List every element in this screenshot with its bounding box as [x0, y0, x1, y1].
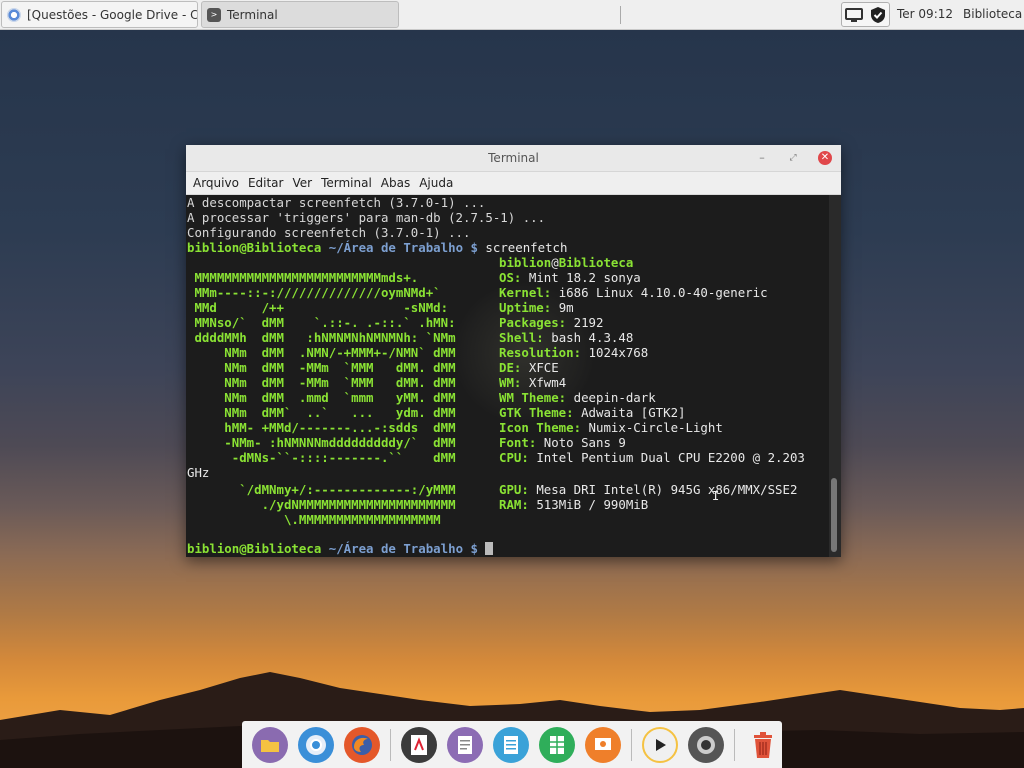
menu-bar: Arquivo Editar Ver Terminal Abas Ajuda — [186, 172, 841, 195]
info-de: DE: XFCE — [499, 360, 559, 375]
ascii-art-line: MMm----::-://////////////oymNMd+` — [187, 285, 471, 300]
prompt-path: ~/Área de Trabalho $ — [328, 541, 478, 556]
minimize-button[interactable]: – — [755, 151, 769, 165]
menu-ajuda[interactable]: Ajuda — [419, 176, 453, 190]
taskbar-item-terminal[interactable]: > Terminal — [201, 1, 399, 28]
presentation-icon[interactable] — [585, 726, 621, 763]
prompt-line: biblion@Biblioteca ~/Área de Trabalho $ … — [187, 240, 567, 255]
menu-ver[interactable]: Ver — [292, 176, 312, 190]
ascii-art-line: NMm dMM` ..` ... ydm. dMM — [187, 405, 471, 420]
shield-icon[interactable] — [870, 6, 886, 24]
info-os: OS: Mint 18.2 sonya — [499, 270, 641, 285]
output-line: Configurando screenfetch (3.7.0-1) ... — [187, 225, 471, 240]
info-cpu-wrap: GHz — [187, 465, 210, 480]
trash-icon[interactable] — [745, 727, 781, 763]
media-player-icon[interactable] — [642, 726, 678, 763]
info-wm-theme: WM Theme: deepin-dark — [499, 390, 656, 405]
sysinfo-header: biblion@Biblioteca — [499, 255, 634, 270]
close-button[interactable]: ✕ — [818, 151, 832, 165]
output-line: A processar 'triggers' para man-db (2.7.… — [187, 210, 546, 225]
spreadsheet-icon[interactable] — [539, 726, 575, 763]
info-gtk-theme: GTK Theme: Adwaita [GTK2] — [499, 405, 686, 420]
prompt-user: biblion@Biblioteca — [187, 541, 322, 556]
menu-arquivo[interactable]: Arquivo — [193, 176, 239, 190]
ascii-art-line: MMNso/` dMM `.::-. .-::.` .hMN: — [187, 315, 471, 330]
window-titlebar[interactable]: Terminal – ⤢ ✕ — [186, 145, 841, 172]
info-wm: WM: Xfwm4 — [499, 375, 567, 390]
mouse-ibeam-icon: I — [712, 489, 720, 503]
panel-separator — [620, 6, 621, 24]
files-icon[interactable] — [252, 726, 288, 763]
dock — [242, 721, 782, 768]
info-ram: RAM: 513MiB / 990MiB — [499, 497, 649, 512]
prompt-path: ~/Área de Trabalho $ — [328, 240, 478, 255]
menu-editar[interactable]: Editar — [248, 176, 284, 190]
ascii-art-line: NMm dMM .NMN/-+MMM+-/NMN` dMM — [187, 345, 471, 360]
top-panel: [Questões - Google Drive - C... > Termin… — [0, 0, 1024, 30]
scrollbar-thumb[interactable] — [831, 478, 837, 552]
prompt-line-current: biblion@Biblioteca ~/Área de Trabalho $ — [187, 541, 494, 556]
info-kernel: Kernel: i686 Linux 4.10.0-40-generic — [499, 285, 768, 300]
ascii-art-line: \.MMMMMMMMMMMMMMMMMMM — [187, 512, 471, 527]
ascii-art-line: NMm dMM .mmd `mmm yMM. dMM — [187, 390, 471, 405]
info-cpu: CPU: Intel Pentium Dual CPU E2200 @ 2.20… — [499, 450, 805, 465]
info-font: Font: Noto Sans 9 — [499, 435, 626, 450]
chromium-icon[interactable] — [298, 726, 334, 763]
dock-separator — [631, 728, 632, 761]
chrome-icon — [7, 7, 21, 22]
menu-abas[interactable]: Abas — [381, 176, 410, 190]
info-packages: Packages: 2192 — [499, 315, 604, 330]
terminal-output[interactable]: A descompactar screenfetch (3.7.0-1) ...… — [186, 195, 829, 557]
screenshot-icon[interactable] — [688, 726, 724, 763]
info-shell: Shell: bash 4.3.48 — [499, 330, 634, 345]
firefox-icon[interactable] — [344, 726, 380, 763]
taskbar-item-label: [Questões - Google Drive - C... — [27, 7, 198, 22]
ascii-art-line: -dMNs-``-::::-------.`` dMM — [187, 450, 471, 465]
network-icon[interactable] — [845, 7, 864, 23]
ascii-art-line: ddddMMh dMM :hNMNMNhNMNMNh: `NMm — [187, 330, 471, 345]
ascii-art-line: hMM- +MMd/-------...-:sdds dMM — [187, 420, 471, 435]
system-tray — [841, 2, 890, 27]
output-line: A descompactar screenfetch (3.7.0-1) ... — [187, 195, 486, 210]
ascii-art-line: `/dMNmy+/:-------------:/yMMM — [187, 482, 471, 497]
info-resolution: Resolution: 1024x768 — [499, 345, 649, 360]
terminal-window: Terminal – ⤢ ✕ Arquivo Editar Ver Termin… — [186, 145, 841, 557]
text-editor-icon[interactable] — [447, 726, 483, 763]
info-gpu: GPU: Mesa DRI Intel(R) 945G x86/MMX/SSE2 — [499, 482, 798, 497]
ascii-art-line: NMm dMM -MMm `MMM dMM. dMM — [187, 375, 471, 390]
terminal-icon: > — [207, 7, 221, 22]
ascii-art-line: NMm dMM -MMm `MMM dMM. dMM — [187, 360, 471, 375]
ascii-art-line: ./ydNMMMMMMMMMMMMMMMMMMMMM — [187, 497, 471, 512]
sysinfo-user: biblion — [499, 255, 552, 270]
ascii-art-line: -NMm- :hNMNNNmdddddddddy/` dMM — [187, 435, 471, 450]
clock[interactable]: Ter 09:12 — [897, 7, 953, 21]
ascii-art-line: MMd /++ -sNMd: — [187, 300, 471, 315]
menu-terminal[interactable]: Terminal — [321, 176, 372, 190]
info-uptime: Uptime: 9m — [499, 300, 574, 315]
prompt-user: biblion@Biblioteca — [187, 240, 322, 255]
document-icon[interactable] — [493, 726, 529, 763]
sysinfo-host: Biblioteca — [558, 255, 634, 270]
user-menu[interactable]: Biblioteca — [963, 7, 1022, 21]
pdf-viewer-icon[interactable] — [401, 726, 437, 763]
dock-separator — [734, 728, 735, 761]
taskbar-item-label: Terminal — [227, 7, 278, 22]
maximize-button[interactable]: ⤢ — [786, 151, 800, 165]
window-title: Terminal — [488, 151, 539, 165]
info-icon-theme: Icon Theme: Numix-Circle-Light — [499, 420, 723, 435]
text-cursor — [485, 542, 494, 555]
ascii-art-line: MMMMMMMMMMMMMMMMMMMMMMMMMmds+. — [187, 270, 464, 285]
dock-separator — [390, 728, 391, 761]
command-text: screenfetch — [485, 240, 568, 255]
taskbar-item-chrome[interactable]: [Questões - Google Drive - C... — [1, 1, 198, 28]
